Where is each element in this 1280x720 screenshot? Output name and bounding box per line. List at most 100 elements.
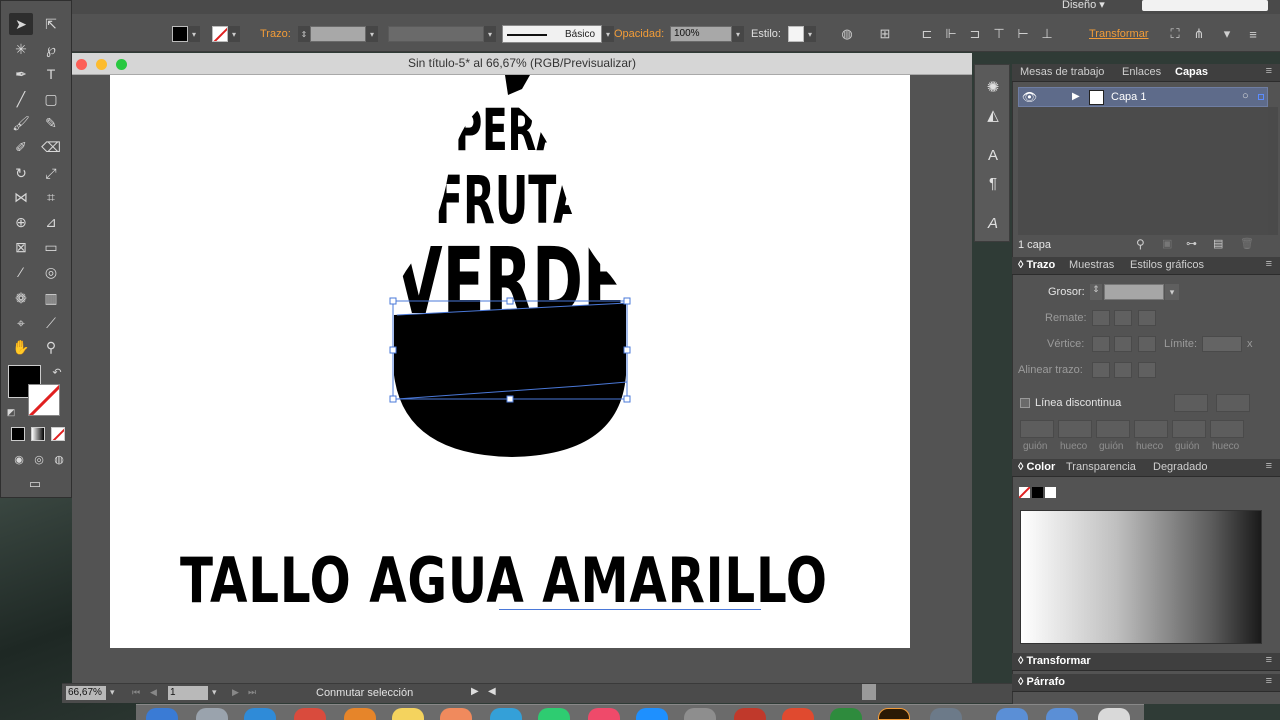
firefox-dock-icon[interactable]: [344, 708, 376, 720]
minimize-window-button[interactable]: [96, 59, 107, 70]
dashed-line-checkbox[interactable]: [1020, 398, 1030, 408]
rotate-tool-icon[interactable]: ↻: [9, 162, 33, 184]
stroke-weight-stepper[interactable]: ⇕: [298, 26, 310, 42]
graphic-style-swatch[interactable]: [788, 26, 804, 42]
bottom-text-line[interactable]: TALLO AGUA AMARILLO: [180, 548, 828, 614]
magic-wand-tool-icon[interactable]: ✳: [9, 38, 33, 60]
trash-icon[interactable]: 🗑: [1240, 237, 1254, 250]
document-title-bar[interactable]: Sin título-5* al 66,67% (RGB/Previsualiz…: [72, 53, 972, 75]
default-colors-icon[interactable]: ◩: [3, 401, 19, 423]
panel-menu-icon[interactable]: ≡: [1266, 258, 1272, 270]
trash-dock-icon[interactable]: [1098, 708, 1130, 720]
none-color-chip[interactable]: [1019, 487, 1030, 498]
color-mode-icon[interactable]: [11, 427, 25, 441]
dash-field-2[interactable]: [1096, 420, 1130, 438]
weight-stepper[interactable]: ⇕: [1090, 284, 1102, 300]
isolate-icon[interactable]: ⛶: [1166, 25, 1184, 43]
create-sublayer-icon[interactable]: ⊶: [1186, 237, 1197, 250]
symbol-sprayer-tool-icon[interactable]: ❁: [9, 287, 33, 309]
variable-width-profile[interactable]: [388, 26, 484, 42]
chevron-down-icon[interactable]: ▾: [110, 687, 115, 698]
panel-menu-icon[interactable]: ≡: [1266, 460, 1272, 472]
downloads-folder-dock-icon[interactable]: [1046, 708, 1078, 720]
round-join-button[interactable]: [1114, 336, 1132, 352]
opacity-label[interactable]: Opacidad:: [614, 28, 664, 40]
preserve-dash-button[interactable]: [1174, 394, 1208, 412]
width-tool-icon[interactable]: ⋈: [9, 186, 33, 208]
target-circle-icon[interactable]: ○: [1242, 90, 1249, 102]
layers-list[interactable]: [1018, 107, 1268, 235]
pear-bottom-shape[interactable]: [394, 303, 626, 457]
status-menu-arrow-icon[interactable]: ▶: [471, 686, 479, 697]
align-inside-stroke-button[interactable]: [1114, 362, 1132, 378]
appearance-icon[interactable]: ✺: [983, 77, 1003, 97]
rectangle-tool-icon[interactable]: ▢: [39, 88, 63, 110]
tab-swatches[interactable]: Muestras: [1069, 259, 1114, 271]
selection-indicator-icon[interactable]: [1258, 94, 1264, 100]
horizontal-scrollbar-thumb[interactable]: [862, 684, 876, 700]
none-mode-icon[interactable]: [51, 427, 65, 441]
dock-app-icon[interactable]: [930, 708, 962, 720]
powerpoint-dock-icon[interactable]: [782, 708, 814, 720]
stroke-control[interactable]: ▾: [212, 24, 240, 44]
chevron-down-icon[interactable]: ▾: [602, 26, 614, 42]
system-preferences-dock-icon[interactable]: [684, 708, 716, 720]
gradient-tool-icon[interactable]: ▭: [39, 236, 63, 258]
close-window-button[interactable]: [76, 59, 87, 70]
draw-inside-icon[interactable]: ◍: [47, 448, 71, 470]
create-new-layer-icon[interactable]: ▤: [1213, 237, 1223, 250]
gap-field-2[interactable]: [1134, 420, 1168, 438]
eraser-tool-icon[interactable]: ⌫: [39, 136, 63, 158]
zoom-tool-icon[interactable]: ⚲: [39, 336, 63, 358]
make-clipping-mask-icon[interactable]: ▣: [1162, 237, 1172, 250]
direct-selection-tool-icon[interactable]: ⇱: [39, 13, 63, 35]
column-graph-tool-icon[interactable]: ▥: [39, 287, 63, 309]
tab-stroke[interactable]: ◊ Trazo: [1018, 259, 1055, 271]
align-center-stroke-button[interactable]: [1092, 362, 1110, 378]
facetime-dock-icon[interactable]: [538, 708, 570, 720]
align-bottom-icon[interactable]: ⊥: [1038, 25, 1056, 43]
graphic-styles-icon[interactable]: ◭: [983, 105, 1003, 125]
eye-visibility-icon[interactable]: 👁: [1022, 90, 1037, 104]
transform-link[interactable]: Transformar: [1089, 28, 1149, 40]
align-center-icon[interactable]: ⊩: [942, 25, 960, 43]
character-styles-icon[interactable]: A: [983, 145, 1003, 165]
layer-name[interactable]: Capa 1: [1111, 91, 1146, 103]
align-left-icon[interactable]: ⊏: [918, 25, 936, 43]
scale-tool-icon[interactable]: ⤢: [39, 162, 63, 184]
itunes-dock-icon[interactable]: [588, 708, 620, 720]
panel-menu-icon[interactable]: ≡: [1266, 65, 1272, 77]
chevron-down-icon[interactable]: ▾: [188, 26, 200, 42]
fill-swatch[interactable]: [172, 26, 188, 42]
dash-field-1[interactable]: [1020, 420, 1054, 438]
paragraph-styles-icon[interactable]: ¶: [983, 173, 1003, 193]
slice-tool-icon[interactable]: ⟋: [39, 312, 63, 334]
shape-builder-tool-icon[interactable]: ⊕: [9, 211, 33, 233]
last-artboard-icon[interactable]: ⏭: [248, 687, 256, 698]
stroke-label[interactable]: Trazo:: [260, 28, 291, 40]
selection-tool-icon[interactable]: ➤: [9, 13, 33, 35]
chevron-down-icon[interactable]: ▾: [212, 687, 217, 698]
chevron-down-icon[interactable]: ▾: [484, 26, 496, 42]
gap-field-1[interactable]: [1058, 420, 1092, 438]
hand-tool-icon[interactable]: ✋: [9, 336, 33, 358]
stroke-color-swatch[interactable]: [28, 384, 60, 416]
help-search-input[interactable]: [1142, 0, 1268, 11]
panel-menu-icon[interactable]: ≡: [1266, 675, 1272, 687]
notes-dock-icon[interactable]: [392, 708, 424, 720]
tab-transparency[interactable]: Transparencia: [1066, 461, 1136, 473]
scroll-left-icon[interactable]: ◀: [488, 686, 496, 697]
tab-transform[interactable]: ◊ Transformar: [1018, 655, 1091, 667]
align-middle-icon[interactable]: ⊢: [1014, 25, 1032, 43]
fill-control[interactable]: ▾: [172, 24, 200, 44]
line-tool-icon[interactable]: ╱: [9, 88, 33, 110]
perspective-grid-tool-icon[interactable]: ⊿: [39, 211, 63, 233]
next-artboard-icon[interactable]: ▶: [232, 687, 239, 698]
align-right-icon[interactable]: ⊐: [966, 25, 984, 43]
panel-menu-icon[interactable]: ≡: [1266, 654, 1272, 666]
lasso-tool-icon[interactable]: ℘: [39, 38, 63, 60]
stroke-weight-field[interactable]: [310, 26, 366, 42]
pencil-tool-icon[interactable]: ✎: [39, 112, 63, 134]
safari-dock-icon[interactable]: [244, 708, 276, 720]
artboard-number-field[interactable]: 1: [168, 686, 208, 700]
